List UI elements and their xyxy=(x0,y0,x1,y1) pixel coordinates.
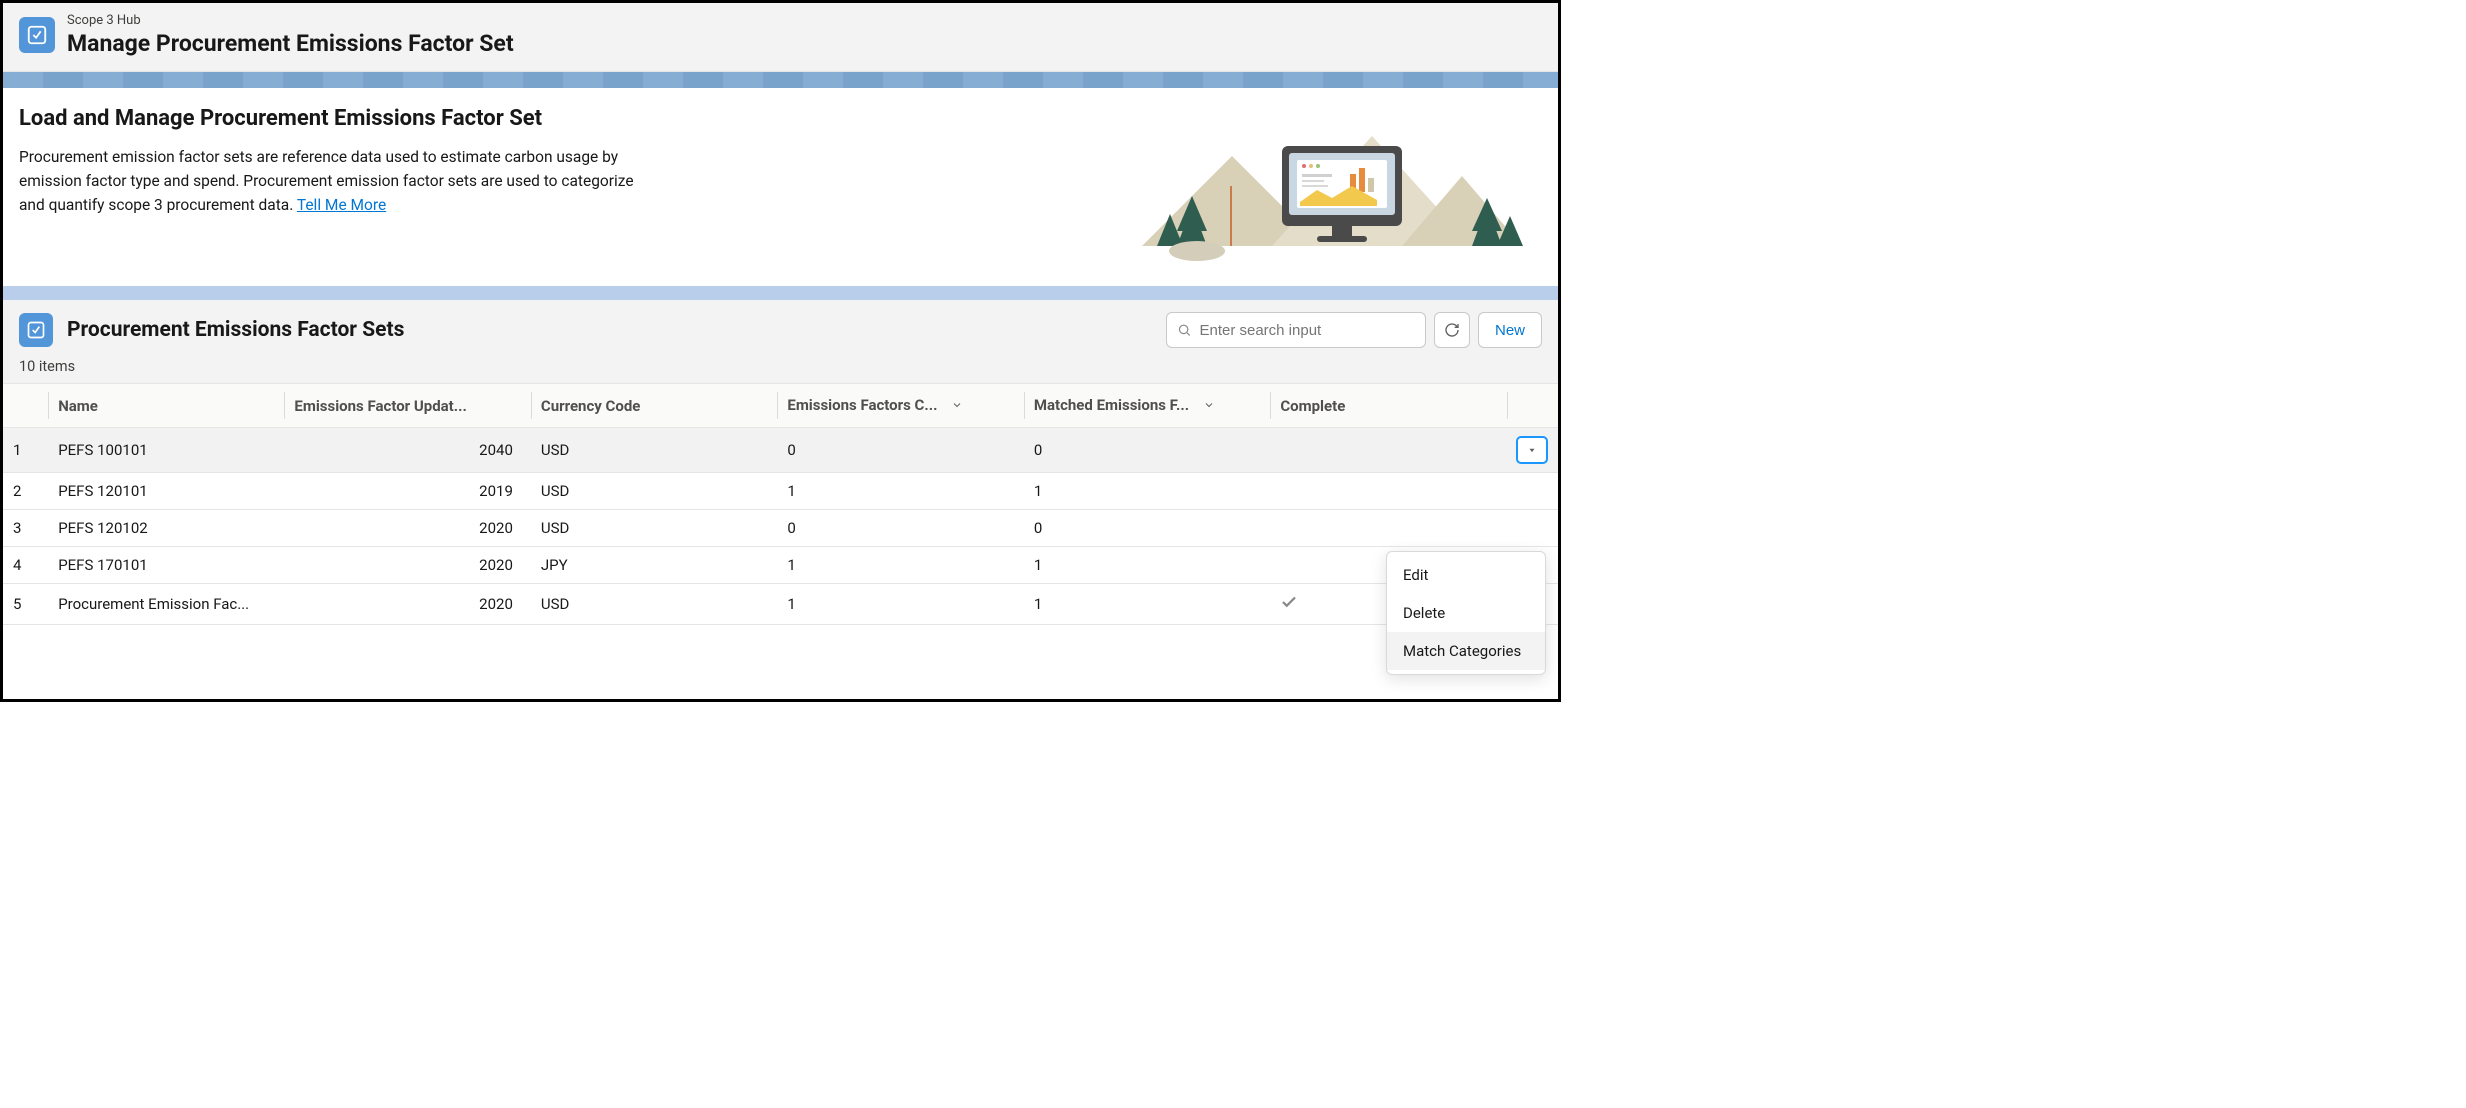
efc-cell: 0 xyxy=(777,428,1023,473)
row-action-cell xyxy=(1507,428,1558,473)
intro-title: Load and Manage Procurement Emissions Fa… xyxy=(19,106,659,131)
chevron-down-icon xyxy=(1203,397,1215,415)
col-complete[interactable]: Complete xyxy=(1270,384,1506,428)
list-header: Procurement Emissions Factor Sets New 10… xyxy=(3,300,1558,383)
new-button[interactable]: New xyxy=(1478,312,1542,348)
mef-cell: 0 xyxy=(1024,428,1270,473)
row-action-button[interactable] xyxy=(1517,437,1547,463)
currency-cell: JPY xyxy=(531,547,777,584)
row-number: 5 xyxy=(3,584,48,625)
year-cell: 2019 xyxy=(284,473,530,510)
row-number: 3 xyxy=(3,510,48,547)
col-name[interactable]: Name xyxy=(48,384,284,428)
name-link[interactable]: PEFS 170101 xyxy=(48,547,284,584)
app-icon xyxy=(19,17,55,53)
efc-cell: 1 xyxy=(777,584,1023,625)
currency-cell: USD xyxy=(531,510,777,547)
complete-cell xyxy=(1270,473,1506,510)
currency-cell: USD xyxy=(531,584,777,625)
currency-cell: USD xyxy=(531,473,777,510)
intro-description: Procurement emission factor sets are ref… xyxy=(19,145,659,217)
year-cell: 2020 xyxy=(284,547,530,584)
intro-panel: Load and Manage Procurement Emissions Fa… xyxy=(3,88,1558,286)
search-input[interactable] xyxy=(1199,322,1415,339)
col-rownum xyxy=(3,384,48,428)
row-number: 2 xyxy=(3,473,48,510)
search-icon xyxy=(1177,322,1191,338)
efc-cell: 1 xyxy=(777,473,1023,510)
row-action-cell xyxy=(1507,510,1558,547)
mef-cell: 0 xyxy=(1024,510,1270,547)
mef-cell: 1 xyxy=(1024,473,1270,510)
page-title: Manage Procurement Emissions Factor Set xyxy=(67,30,514,57)
refresh-icon xyxy=(1444,322,1460,338)
chevron-down-icon xyxy=(951,397,963,415)
search-box[interactable] xyxy=(1166,312,1426,348)
menu-match-categories[interactable]: Match Categories xyxy=(1387,632,1545,670)
col-actions xyxy=(1507,384,1558,428)
check-icon xyxy=(1280,597,1298,615)
caret-down-icon xyxy=(1527,445,1537,455)
row-action-cell xyxy=(1507,473,1558,510)
page-header: Scope 3 Hub Manage Procurement Emissions… xyxy=(3,3,1558,72)
row-number: 1 xyxy=(3,428,48,473)
complete-cell xyxy=(1270,428,1506,473)
thin-divider xyxy=(3,286,1558,300)
row-number: 4 xyxy=(3,547,48,584)
refresh-button[interactable] xyxy=(1434,312,1470,348)
efc-cell: 1 xyxy=(777,547,1023,584)
year-cell: 2020 xyxy=(284,510,530,547)
name-link[interactable]: PEFS 100101 xyxy=(48,428,284,473)
col-efc-label: Emissions Factors C... xyxy=(787,396,937,414)
table-row: 3PEFS 1201022020USD00 xyxy=(3,510,1558,547)
header-eyebrow: Scope 3 Hub xyxy=(67,13,514,28)
year-cell: 2040 xyxy=(284,428,530,473)
table-row: 5Procurement Emission Fac...2020USD11 xyxy=(3,584,1558,625)
row-action-menu: Edit Delete Match Categories xyxy=(1386,551,1546,675)
intro-illustration xyxy=(1122,106,1542,266)
complete-cell xyxy=(1270,510,1506,547)
col-efc[interactable]: Emissions Factors C... xyxy=(777,384,1023,428)
name-link[interactable]: PEFS 120101 xyxy=(48,473,284,510)
mef-cell: 1 xyxy=(1024,547,1270,584)
mef-cell: 1 xyxy=(1024,584,1270,625)
menu-delete[interactable]: Delete xyxy=(1387,594,1545,632)
name-link[interactable]: PEFS 120102 xyxy=(48,510,284,547)
divider-band xyxy=(3,72,1558,88)
col-year[interactable]: Emissions Factor Updat... xyxy=(284,384,530,428)
year-cell: 2020 xyxy=(284,584,530,625)
table-row: 4PEFS 1701012020JPY11 xyxy=(3,547,1558,584)
efc-cell: 0 xyxy=(777,510,1023,547)
col-currency[interactable]: Currency Code xyxy=(531,384,777,428)
table-row: 2PEFS 1201012019USD11 xyxy=(3,473,1558,510)
name-link[interactable]: Procurement Emission Fac... xyxy=(48,584,284,625)
item-count: 10 items xyxy=(19,358,1542,375)
list-title: Procurement Emissions Factor Sets xyxy=(67,318,404,342)
menu-edit[interactable]: Edit xyxy=(1387,556,1545,594)
col-mef[interactable]: Matched Emissions F... xyxy=(1024,384,1270,428)
currency-cell: USD xyxy=(531,428,777,473)
tell-me-more-link[interactable]: Tell Me More xyxy=(297,196,386,214)
col-mef-label: Matched Emissions F... xyxy=(1034,396,1189,414)
table-row: 1PEFS 1001012040USD00 xyxy=(3,428,1558,473)
table-header-row: Name Emissions Factor Updat... Currency … xyxy=(3,384,1558,428)
data-table: Name Emissions Factor Updat... Currency … xyxy=(3,383,1558,625)
list-icon xyxy=(19,313,53,347)
